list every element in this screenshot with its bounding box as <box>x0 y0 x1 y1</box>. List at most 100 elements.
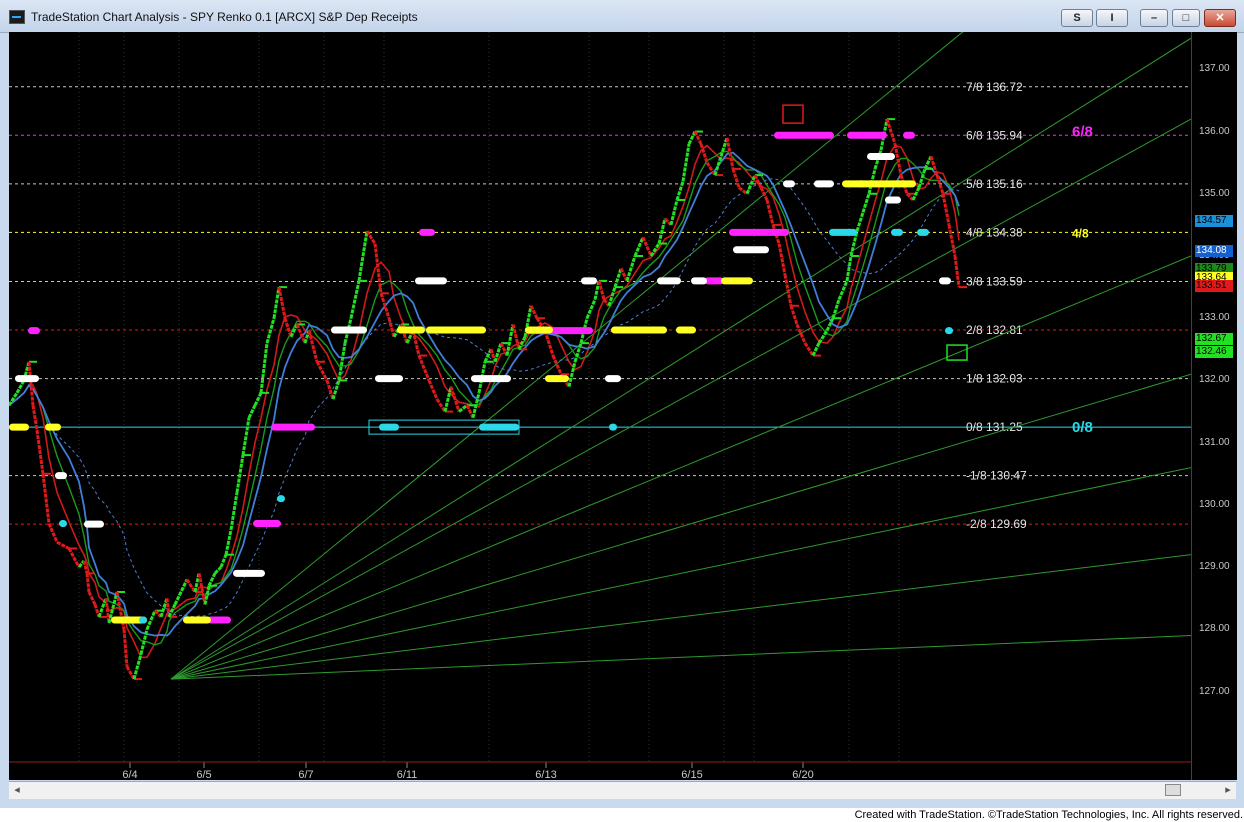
indicator-link-button[interactable]: I <box>1096 9 1128 27</box>
magenta-marker-1 <box>271 423 315 431</box>
renko-brick-24 <box>145 610 157 630</box>
magenta-marker-7 <box>774 131 834 139</box>
murrey-label-1: 6/8 135.94 <box>966 128 1023 142</box>
y-tick-label-6: 131.00 <box>1199 436 1230 448</box>
side-label-1: 4/8 <box>1072 226 1089 240</box>
yellow-marker-15 <box>525 326 553 334</box>
renko-brick-6 <box>35 430 45 474</box>
murrey-label-9: -2/8 129.69 <box>966 517 1027 531</box>
x-tick-label-2: 6/7 <box>298 769 313 780</box>
yellow-marker-13 <box>397 326 425 334</box>
cyan-marker-30 <box>829 228 857 236</box>
white-marker-37 <box>233 569 265 577</box>
renko-brick-21 <box>125 665 136 680</box>
cyan-marker-25 <box>479 423 519 431</box>
renko-brick-134 <box>855 211 865 232</box>
y-tick-label-2: 135.00 <box>1199 187 1230 199</box>
y-tick-label-8: 129.00 <box>1199 561 1230 573</box>
price-label-6: 132.46 <box>1195 345 1233 358</box>
yellow-marker-23 <box>45 423 61 431</box>
renko-brick-10 <box>67 547 81 568</box>
scroll-right-icon[interactable]: ▸ <box>1222 784 1234 797</box>
price-axis[interactable]: 137.00136.00135.00134.00133.00132.00131.… <box>1191 32 1237 780</box>
white-marker-47 <box>783 180 795 188</box>
renko-brick-14 <box>87 591 97 606</box>
renko-brick-52 <box>315 361 329 382</box>
cyan-marker-26 <box>609 423 617 431</box>
renko-brick-59 <box>365 230 377 245</box>
x-tick-label-4: 6/13 <box>535 769 556 780</box>
renko-brick-97 <box>613 267 623 288</box>
white-marker-42 <box>581 277 597 285</box>
murrey-label-8: -1/8 130.47 <box>966 469 1027 483</box>
white-marker-35 <box>55 472 67 480</box>
renko-brick-100 <box>633 236 645 257</box>
title-bar[interactable]: TradeStation Chart Analysis - SPY Renko … <box>0 0 1244 33</box>
renko-brick-4 <box>27 361 35 406</box>
murrey-label-2: 5/8 135.16 <box>966 177 1023 191</box>
white-marker-34 <box>15 375 39 383</box>
cyan-marker-33 <box>945 327 953 335</box>
renko-brick-107 <box>681 143 691 182</box>
renko-chart-svg[interactable]: 7/8 136.726/8 135.945/8 135.164/8 134.38… <box>9 32 1191 780</box>
scroll-left-icon[interactable]: ◂ <box>11 784 23 797</box>
renko-brick-40 <box>241 417 251 456</box>
cyan-marker-24 <box>379 423 399 431</box>
ma-red-line <box>9 144 960 659</box>
renko-brick-87 <box>551 354 563 375</box>
magenta-marker-9 <box>903 131 915 139</box>
cyan-marker-28 <box>139 616 147 624</box>
renko-brick-8 <box>47 522 59 543</box>
white-marker-40 <box>415 277 447 285</box>
renko-brick-139 <box>885 118 897 145</box>
renko-brick-37 <box>224 529 233 555</box>
x-tick-label-6: 6/20 <box>792 769 813 780</box>
renko-brick-41 <box>247 404 257 419</box>
renko-brick-46 <box>277 286 287 319</box>
y-tick-label-4: 133.00 <box>1199 312 1230 324</box>
renko-brick-148 <box>941 193 951 226</box>
yellow-marker-16 <box>545 375 569 383</box>
price-label-4: 133.51 <box>1195 280 1233 293</box>
renko-brick-44 <box>265 317 276 344</box>
close-button[interactable]: ✕ <box>1204 9 1236 27</box>
symbol-link-button[interactable]: S <box>1061 9 1093 27</box>
white-marker-38 <box>331 326 367 334</box>
white-marker-39 <box>375 375 403 383</box>
magenta-marker-0 <box>28 327 40 335</box>
scroll-thumb[interactable] <box>1165 784 1181 796</box>
chart-plot-area[interactable]: 7/8 136.72 6/8 135.94 5/8 135.16 4/8 134.38… <box>9 32 1191 780</box>
renko-brick-131 <box>837 280 849 301</box>
renko-brick-47 <box>283 317 293 338</box>
renko-brick-69 <box>435 398 447 413</box>
renko-brick-58 <box>357 230 369 282</box>
renko-brick-5 <box>31 405 39 431</box>
magenta-marker-8 <box>847 131 887 139</box>
magenta-marker-6 <box>729 228 789 236</box>
y-tick-label-5: 132.00 <box>1199 374 1230 386</box>
side-label-0: 6/8 <box>1072 124 1093 141</box>
white-marker-41 <box>471 375 511 383</box>
cyan-marker-29 <box>277 495 285 503</box>
renko-brick-132 <box>845 255 853 282</box>
renko-brick-71 <box>449 386 461 413</box>
yellow-marker-17 <box>611 326 667 334</box>
gann-fan-line-0 <box>170 32 964 680</box>
renko-brick-43 <box>259 342 269 394</box>
renko-brick-30 <box>185 578 197 593</box>
renko-brick-35 <box>213 566 223 575</box>
maximize-button[interactable]: □ <box>1172 9 1200 27</box>
side-label-2: 0/8 <box>1072 419 1093 436</box>
horizontal-scrollbar[interactable]: ◂ ▸ <box>9 781 1236 799</box>
renko-brick-94 <box>597 280 606 300</box>
yellow-marker-21 <box>842 180 866 188</box>
price-label-0: 134.57 <box>1195 214 1233 227</box>
yellow-marker-14 <box>426 326 486 334</box>
magenta-marker-4 <box>419 228 435 236</box>
yellow-marker-18 <box>676 326 696 334</box>
white-marker-36 <box>84 520 104 528</box>
cyan-marker-27 <box>59 520 67 528</box>
renko-brick-125 <box>795 323 807 344</box>
minimize-button[interactable]: – <box>1140 9 1168 27</box>
gann-fan-line-1 <box>170 37 1191 680</box>
